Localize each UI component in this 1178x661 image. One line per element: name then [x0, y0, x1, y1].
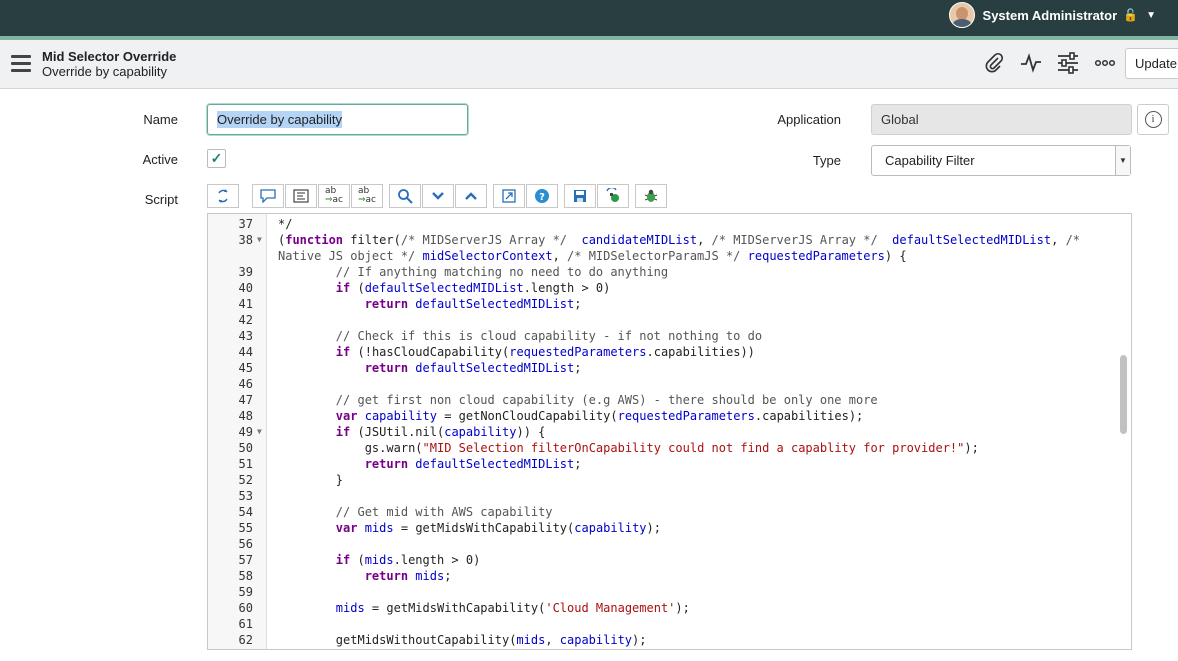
fold-arrow-icon[interactable]: ▼	[257, 424, 262, 440]
user-name: System Administrator	[982, 7, 1118, 23]
comment-icon[interactable]	[252, 184, 284, 208]
line-number: 37	[238, 217, 253, 231]
line-number: 49	[238, 425, 253, 439]
line-number: 46	[238, 377, 253, 391]
code-text: getMidsWithoutCapability(mids, capabilit…	[335, 633, 647, 647]
code-text: if (mids.length > 0)	[335, 553, 481, 567]
line-number: 57	[238, 553, 253, 567]
replace-icon[interactable]: ab ⇒ac	[318, 184, 350, 208]
update-button[interactable]: Update	[1125, 48, 1178, 79]
script-editor[interactable]: 37 */ 38 ▼ (function filter(/* MIDServerJS A…	[207, 213, 1132, 650]
search-previous-icon[interactable]	[455, 184, 487, 208]
code-text: // If anything matching no need to do an…	[335, 265, 669, 279]
line-number: 43	[238, 329, 253, 343]
code-text: (function filter(/* MIDServerJS Array */…	[278, 233, 1081, 247]
line-number: 56	[238, 537, 253, 551]
type-select[interactable]: Capability Filter ▼	[871, 145, 1131, 176]
code-text: gs.warn("MID Selection filterOnCapabilit…	[364, 441, 979, 455]
line-number: 54	[238, 505, 253, 519]
name-field[interactable]: Override by capability	[207, 104, 468, 135]
line-number: 40	[238, 281, 253, 295]
name-field-value: Override by capability	[217, 111, 342, 128]
line-number: 55	[238, 521, 253, 535]
type-select-value: Capability Filter	[885, 153, 975, 168]
code-text: // get first non cloud capability (e.g A…	[335, 393, 878, 407]
line-number: 39	[238, 265, 253, 279]
script-label: Script	[144, 192, 178, 207]
format-code-icon[interactable]	[285, 184, 317, 208]
record-type-title: Mid Selector Override	[42, 49, 177, 64]
code-text: Native JS object */ midSelectorContext, …	[278, 249, 907, 263]
top-banner: System Administrator 🔓 ▼	[0, 0, 1178, 36]
code-text: var capability = getNonCloudCapability(r…	[335, 409, 864, 423]
line-number: 50	[238, 441, 253, 455]
sliders-icon[interactable]	[1055, 52, 1081, 76]
search-next-icon[interactable]	[422, 184, 454, 208]
line-number: 60	[238, 601, 253, 615]
code-text: return mids;	[364, 569, 452, 583]
code-text: */	[278, 217, 293, 231]
code-text: // Get mid with AWS capability	[335, 505, 553, 519]
info-icon: i	[1144, 111, 1162, 128]
line-number: 52	[238, 473, 253, 487]
user-avatar-icon	[948, 2, 975, 28]
more-options-icon[interactable]	[1092, 52, 1118, 76]
type-label: Type	[812, 153, 841, 168]
application-label: Application	[777, 112, 841, 127]
line-number: 53	[238, 489, 253, 503]
replace-all-icon[interactable]: ab ⇒ac	[351, 184, 383, 208]
script-debugger-icon[interactable]	[597, 184, 629, 208]
line-number: 47	[238, 393, 253, 407]
code-text: if (JSUtil.nil(capability)) {	[335, 425, 546, 439]
active-checkbox[interactable]: ✓	[207, 149, 226, 168]
line-number: 62	[238, 633, 253, 647]
line-number: 61	[238, 617, 253, 631]
activity-icon[interactable]	[1018, 52, 1044, 76]
active-label: Active	[142, 152, 178, 167]
code-text: return defaultSelectedMIDList;	[364, 361, 582, 375]
line-number: 45	[238, 361, 253, 375]
search-icon[interactable]	[389, 184, 421, 208]
code-text: var mids = getMidsWithCapability(capabil…	[335, 521, 661, 535]
record-name-subtitle: Override by capability	[42, 64, 167, 79]
name-label: Name	[143, 112, 178, 127]
toggle-syntax-editor-button[interactable]	[207, 184, 239, 208]
fullscreen-icon[interactable]	[493, 184, 525, 208]
line-number: 59	[238, 585, 253, 599]
form-header: Mid Selector Override Override by capabi…	[0, 40, 1178, 89]
bug-icon[interactable]	[635, 184, 667, 208]
line-number: 51	[238, 457, 253, 471]
line-number: 44	[238, 345, 253, 359]
line-number: 38	[238, 233, 253, 247]
line-number: 48	[238, 409, 253, 423]
code-text: if (defaultSelectedMIDList.length > 0)	[335, 281, 611, 295]
code-text: if (!hasCloudCapability(requestedParamet…	[335, 345, 755, 359]
fold-arrow-icon[interactable]: ▼	[257, 232, 262, 248]
user-menu[interactable]: System Administrator 🔓 ▼	[948, 0, 1156, 30]
chevron-down-icon: ▼	[1146, 9, 1156, 21]
dropdown-arrow-icon: ▼	[1115, 146, 1130, 175]
application-field: Global	[871, 104, 1132, 135]
code-text: }	[278, 473, 344, 487]
menu-icon[interactable]	[11, 55, 31, 73]
code-text: // Check if this is cloud capability - i…	[335, 329, 763, 343]
editor-scrollbar-thumb[interactable]	[1120, 355, 1127, 434]
unlock-icon: 🔓	[1123, 8, 1139, 22]
help-icon[interactable]: ?	[526, 184, 558, 208]
line-number: 41	[238, 297, 253, 311]
svg-text:?: ?	[539, 192, 545, 203]
paperclip-icon[interactable]	[981, 52, 1007, 76]
code-text: return defaultSelectedMIDList;	[364, 457, 582, 471]
code-text: mids = getMidsWithCapability('Cloud Mana…	[335, 601, 690, 615]
code-text: return defaultSelectedMIDList;	[364, 297, 582, 311]
line-number: 58	[238, 569, 253, 583]
application-info-button[interactable]: i	[1137, 104, 1169, 135]
save-icon[interactable]	[564, 184, 596, 208]
line-number: 42	[238, 313, 253, 327]
